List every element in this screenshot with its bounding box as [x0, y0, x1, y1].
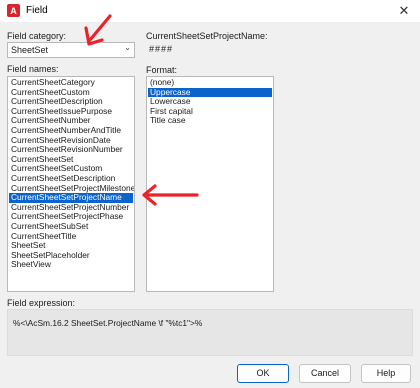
ok-button[interactable]: OK	[237, 364, 289, 383]
field-names-label: Field names:	[7, 64, 59, 74]
format-label: Format:	[146, 65, 178, 75]
cancel-button[interactable]: Cancel	[299, 364, 351, 383]
close-icon[interactable]: ✕	[396, 3, 412, 19]
format-item[interactable]: Title case	[148, 116, 272, 126]
field-category-dropdown[interactable]: SheetSet ⌄	[7, 42, 135, 58]
field-category-label: Field category:	[7, 31, 67, 41]
field-preview-value: ####	[149, 44, 174, 54]
title-bar: A Field ✕	[0, 0, 420, 22]
window-title: Field	[26, 5, 48, 16]
field-preview-label: CurrentSheetSetProjectName:	[146, 31, 268, 41]
field-category-value: SheetSet	[11, 45, 49, 55]
field-expression-label: Field expression:	[7, 298, 76, 308]
chevron-down-icon: ⌄	[124, 43, 131, 52]
help-button[interactable]: Help	[361, 364, 411, 383]
field-names-list[interactable]: CurrentSheetCategory CurrentSheetCustom Cu…	[7, 76, 135, 292]
annotation-arrow-down-icon	[84, 14, 112, 46]
annotation-arrow-left-icon	[142, 184, 199, 206]
field-expression-box: %<\AcSm.16.2 SheetSet.ProjectName \f "%t…	[7, 309, 413, 356]
field-expression-text: %<\AcSm.16.2 SheetSet.ProjectName \f "%t…	[13, 318, 203, 328]
field-name-item[interactable]: SheetView	[9, 260, 133, 270]
autocad-app-icon: A	[7, 4, 20, 17]
